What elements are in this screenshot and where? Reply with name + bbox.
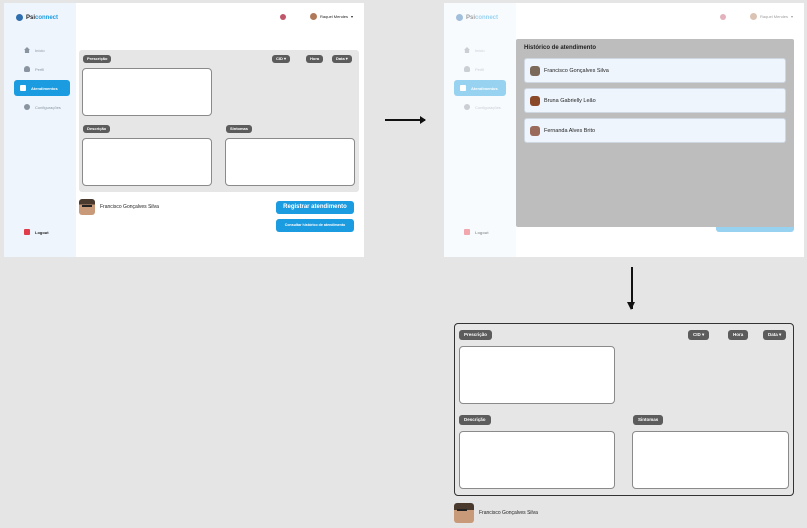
date-dropdown[interactable]: Data ▾ — [332, 55, 352, 63]
sidebar-item-home[interactable]: Início — [18, 43, 70, 57]
modal-title: Histórico de atendimento — [524, 45, 597, 51]
cid-dropdown[interactable]: CID ▾ — [688, 330, 710, 340]
sidebar-item-logout[interactable]: Logout — [18, 225, 70, 239]
arrow-down — [628, 267, 634, 310]
patient-name: Francisco Gonçalves Silva — [100, 204, 159, 210]
arrow-right — [385, 116, 426, 124]
appointment-form: Prescrição CID ▾ Hora Data ▾ Descrição S… — [79, 50, 359, 192]
sidebar-item-settings[interactable]: Configurações — [18, 100, 70, 114]
cid-dropdown[interactable]: CID ▾ — [272, 55, 291, 63]
patient-photo — [530, 65, 540, 76]
screen-appointment: Psi connect Início Perfil Atendimentos Co… — [4, 3, 364, 257]
user-name[interactable]: Raquel Mendes — [320, 14, 348, 19]
symptoms-label: Sintomas — [226, 125, 253, 133]
patient-photo — [530, 125, 540, 136]
prescription-input[interactable] — [459, 346, 615, 404]
brand-suffix: connect — [35, 14, 59, 21]
sidebar-item-label: Logout — [35, 229, 49, 235]
prescription-label: Prescrição — [459, 330, 493, 340]
patient-photo — [79, 199, 95, 215]
sidebar-item-label: Configurações — [35, 104, 61, 110]
patient-photo — [454, 503, 474, 523]
date-dropdown[interactable]: Data ▾ — [763, 330, 787, 340]
register-appointment-button[interactable]: Registrar atendimento — [276, 201, 354, 214]
sidebar-item-label: Início — [35, 47, 45, 53]
prescription-input[interactable] — [82, 68, 212, 116]
history-item[interactable]: Bruna Gabrielly Leão — [524, 88, 786, 113]
symptoms-label: Sintomas — [633, 415, 664, 425]
sidebar-item-appointments[interactable]: Atendimentos — [14, 80, 70, 96]
history-button[interactable]: Consultar histórico de atendimento — [276, 219, 354, 232]
calendar-icon — [20, 85, 26, 91]
logout-icon — [24, 229, 30, 235]
description-label: Descrição — [83, 125, 111, 133]
history-item[interactable]: Fernanda Alves Brito — [524, 118, 786, 143]
home-icon — [24, 47, 30, 53]
sidebar-item-label: Perfil — [35, 66, 45, 72]
description-input[interactable] — [459, 431, 615, 489]
history-item[interactable]: Francisco Gonçalves Silva — [524, 58, 786, 83]
header-user: Raquel Mendes▾ — [280, 13, 353, 20]
sidebar-item-profile[interactable]: Perfil — [18, 62, 70, 76]
notification-icon[interactable] — [280, 13, 286, 20]
hour-field[interactable]: Hora — [306, 55, 324, 63]
symptoms-input[interactable] — [632, 431, 789, 489]
brand-prefix: Psi — [26, 14, 36, 21]
history-patient-name: Bruna Gabrielly Leão — [544, 97, 596, 104]
gear-icon — [24, 104, 30, 110]
screen-history-modal: Psiconnect Início Perfil Atendimentos Co… — [444, 3, 804, 257]
history-patient-name: Francisco Gonçalves Silva — [544, 67, 609, 74]
description-label: Descrição — [459, 415, 491, 425]
patient-photo — [530, 95, 540, 106]
appointment-form: Prescrição CID ▾ Hora Data ▾ Descrição S… — [454, 323, 794, 496]
patient-name: Francisco Gonçalves Silva — [479, 510, 538, 516]
chevron-down-icon[interactable]: ▾ — [351, 14, 353, 19]
sidebar-item-label: Atendimentos — [31, 85, 58, 91]
brain-icon — [16, 14, 23, 21]
logo: Psiconnect — [16, 14, 58, 21]
history-patient-name: Fernanda Alves Brito — [544, 127, 596, 134]
avatar[interactable] — [310, 13, 317, 20]
selected-patient: Francisco Gonçalves Silva — [454, 503, 538, 523]
symptoms-input[interactable] — [225, 138, 355, 186]
sidebar: Psiconnect Início Perfil Atendimentos Co… — [4, 3, 76, 257]
user-icon — [24, 66, 30, 72]
prescription-label: Prescrição — [83, 55, 112, 63]
selected-patient: Francisco Gonçalves Silva — [79, 199, 159, 215]
description-input[interactable] — [82, 138, 212, 186]
hour-field[interactable]: Hora — [728, 330, 749, 340]
history-modal: Histórico de atendimento Francisco Gonça… — [516, 39, 794, 227]
